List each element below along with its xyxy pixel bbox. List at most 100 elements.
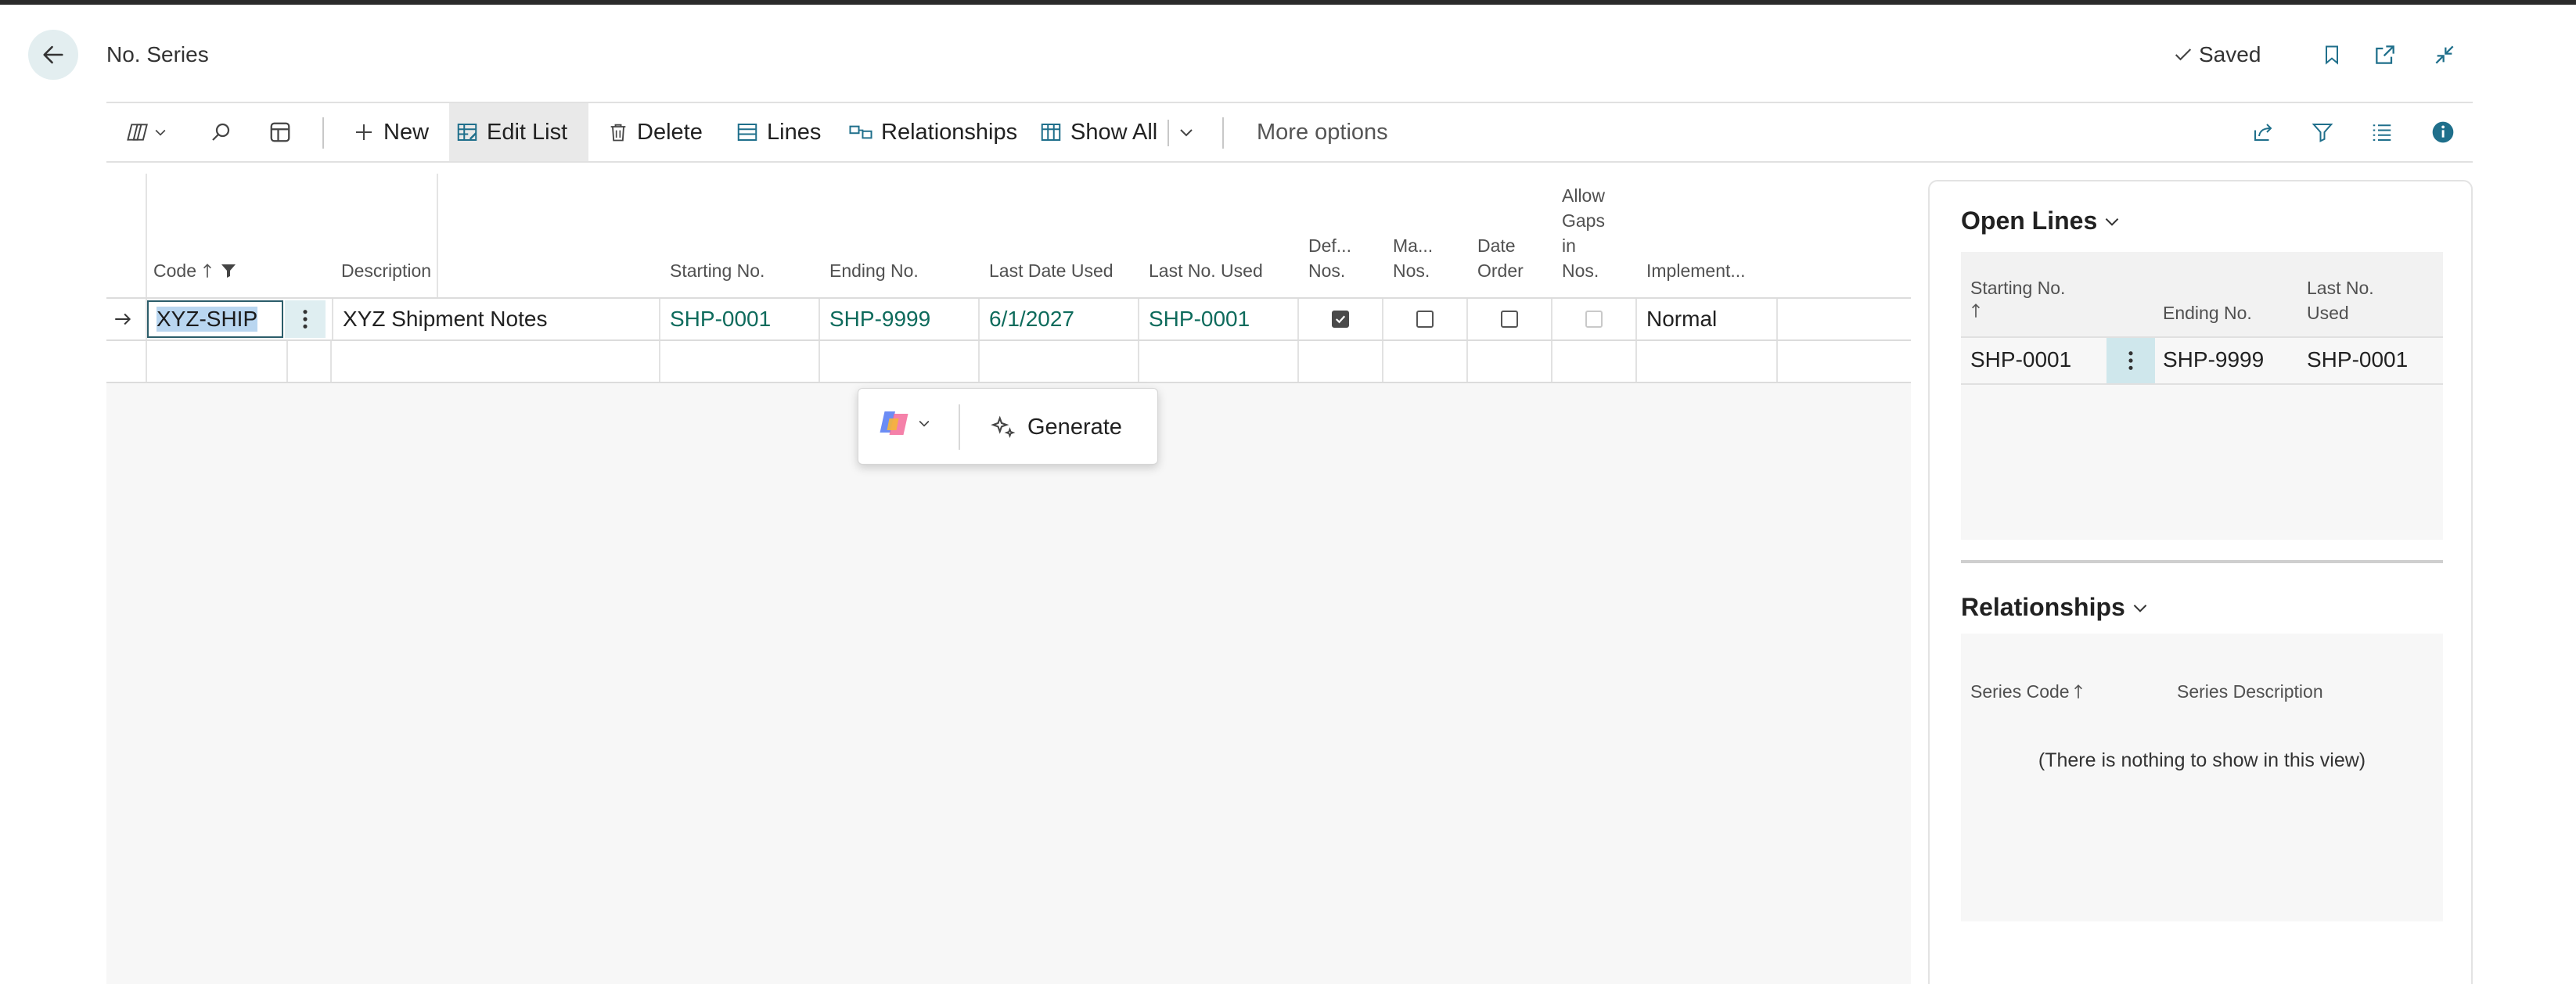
ending-no-cell[interactable]: SHP-9999 [820, 299, 980, 339]
column-header-date-order[interactable]: Date Order [1477, 233, 1524, 283]
column-header-manual-nos-line1: Ma... [1393, 235, 1434, 256]
new-row-cell[interactable] [1299, 341, 1383, 382]
action-bar: New Edit List Delete Lines Relationships… [106, 102, 2473, 163]
column-header-ending-no[interactable]: Ending No. [2163, 300, 2252, 325]
saved-status: Saved [2172, 42, 2261, 67]
edit-list-icon [457, 124, 477, 141]
new-row-description-cell[interactable] [332, 341, 660, 382]
chevron-down-icon [919, 420, 930, 427]
open-new-window-button[interactable] [2371, 41, 2399, 69]
column-header-last-no-used[interactable]: Last No. Used [1149, 258, 1263, 283]
new-row-cell[interactable] [660, 341, 820, 382]
column-header-description[interactable]: Description [341, 258, 431, 283]
new-label: New [383, 119, 430, 145]
open-lines-last-no-used[interactable]: SHP-0001 [2307, 347, 2408, 372]
new-row-cell[interactable] [1139, 341, 1299, 382]
column-header-code[interactable]: Code [153, 258, 239, 283]
new-row-cell[interactable] [1637, 341, 1778, 382]
column-header-date-order-line1: Date [1477, 235, 1516, 256]
default-nos-cell [1299, 299, 1383, 339]
column-header-starting-no[interactable]: Starting No. [670, 258, 765, 283]
starting-no-cell[interactable]: SHP-0001 [660, 299, 820, 339]
implementation-cell[interactable]: Normal [1637, 299, 1778, 339]
factbox-pane: Open Lines Starting No. Ending No. Last … [1928, 180, 2473, 984]
search-button[interactable] [207, 118, 235, 146]
copilot-separator [959, 404, 960, 450]
new-row-menu-cell [288, 341, 332, 382]
column-header-series-description[interactable]: Series Description [2177, 679, 2323, 704]
analysis-mode-button[interactable] [266, 118, 294, 146]
share-icon [2254, 124, 2272, 141]
manual-nos-checkbox[interactable] [1416, 311, 1434, 328]
allow-gaps-checkbox [1585, 311, 1603, 328]
open-lines-title[interactable]: Open Lines [1961, 206, 2122, 235]
relationships-title[interactable]: Relationships [1961, 593, 2150, 622]
column-header-default-nos[interactable]: Def... Nos. [1308, 233, 1351, 283]
copilot-outline-icon [127, 124, 148, 141]
last-no-used-cell[interactable]: SHP-0001 [1139, 299, 1299, 339]
open-lines-row-actions-button[interactable] [2106, 338, 2155, 383]
show-all-dropdown-button[interactable] [1172, 118, 1200, 146]
table-row[interactable]: XYZ-SHIP XYZ Shipment Notes SHP-0001 SHP… [106, 297, 1911, 339]
info-pane-button[interactable] [2429, 118, 2457, 146]
lines-button[interactable]: Lines [729, 103, 827, 161]
show-all-button[interactable]: Show All [1033, 103, 1164, 161]
relationships-title-label: Relationships [1961, 593, 2125, 621]
column-header-allow-gaps[interactable]: Allow Gaps in Nos. [1562, 183, 1605, 283]
columns-icon [1041, 124, 1061, 141]
column-header-starting-no[interactable]: Starting No. [1970, 275, 2065, 325]
generate-button[interactable]: Generate [990, 408, 1122, 447]
table-row[interactable]: SHP-0001 SHP-9999 SHP-0001 [1961, 336, 2443, 385]
open-lines-ending-no[interactable]: SHP-9999 [2163, 347, 2264, 372]
default-nos-checkbox[interactable] [1332, 311, 1349, 328]
empty-cell [1778, 299, 1911, 339]
row-actions-button[interactable] [285, 300, 326, 338]
last-date-used-cell[interactable]: 6/1/2027 [980, 299, 1139, 339]
column-header-series-code-label: Series Code [1970, 681, 2070, 702]
date-order-checkbox[interactable] [1501, 311, 1518, 328]
page-title: No. Series [106, 42, 209, 66]
column-header-manual-nos[interactable]: Ma... Nos. [1393, 233, 1433, 283]
collapse-button[interactable] [2430, 41, 2459, 69]
toolbar-separator [322, 117, 324, 149]
copilot-menu-button[interactable] [124, 118, 171, 146]
info-icon [2432, 121, 2454, 143]
copilot-icon [880, 411, 908, 435]
delete-button[interactable]: Delete [601, 103, 709, 161]
new-row-cell[interactable] [1383, 341, 1468, 382]
bookmark-button[interactable] [2318, 41, 2346, 69]
copilot-popup: Generate [858, 388, 1158, 465]
new-button[interactable]: New [346, 103, 435, 161]
filter-button[interactable] [2308, 118, 2337, 146]
chevron-down-icon [1180, 129, 1193, 137]
allow-gaps-cell [1552, 299, 1637, 339]
column-header-code-label: Code [153, 260, 196, 281]
filter-icon [2312, 124, 2333, 142]
relationships-part: Series Code Series Description (There is… [1961, 634, 2443, 921]
relationships-button[interactable]: Relationships [842, 103, 1024, 161]
saved-label: Saved [2199, 42, 2261, 66]
column-header-last-date-used[interactable]: Last Date Used [989, 258, 1114, 283]
copilot-button[interactable] [879, 408, 932, 439]
column-header-last-no-used[interactable]: Last No. Used [2307, 275, 2374, 325]
column-header-implementation[interactable]: Implement... [1646, 258, 1746, 283]
column-header-ending-no[interactable]: Ending No. [829, 258, 919, 283]
column-header-series-code[interactable]: Series Code [1970, 679, 2084, 704]
open-lines-starting-no[interactable]: SHP-0001 [1970, 347, 2071, 372]
back-button[interactable] [28, 30, 78, 80]
new-row-cell[interactable] [1552, 341, 1637, 382]
new-row-cell[interactable] [980, 341, 1139, 382]
new-row-cell[interactable] [1468, 341, 1552, 382]
relationships-icon [849, 125, 872, 139]
edit-list-button[interactable]: Edit List [449, 103, 588, 161]
description-cell[interactable]: XYZ Shipment Notes [332, 299, 660, 339]
list-view-button[interactable] [2368, 118, 2396, 146]
date-order-cell [1468, 299, 1552, 339]
new-row-cell[interactable] [820, 341, 980, 382]
code-field[interactable]: XYZ-SHIP [147, 300, 283, 338]
more-options-button[interactable]: More options [1250, 103, 1394, 161]
new-row-code-cell[interactable] [147, 341, 288, 382]
new-row[interactable] [106, 339, 1911, 383]
list-grid: Code Description Starting No. Ending No.… [106, 174, 1911, 984]
share-button[interactable] [2249, 118, 2277, 146]
